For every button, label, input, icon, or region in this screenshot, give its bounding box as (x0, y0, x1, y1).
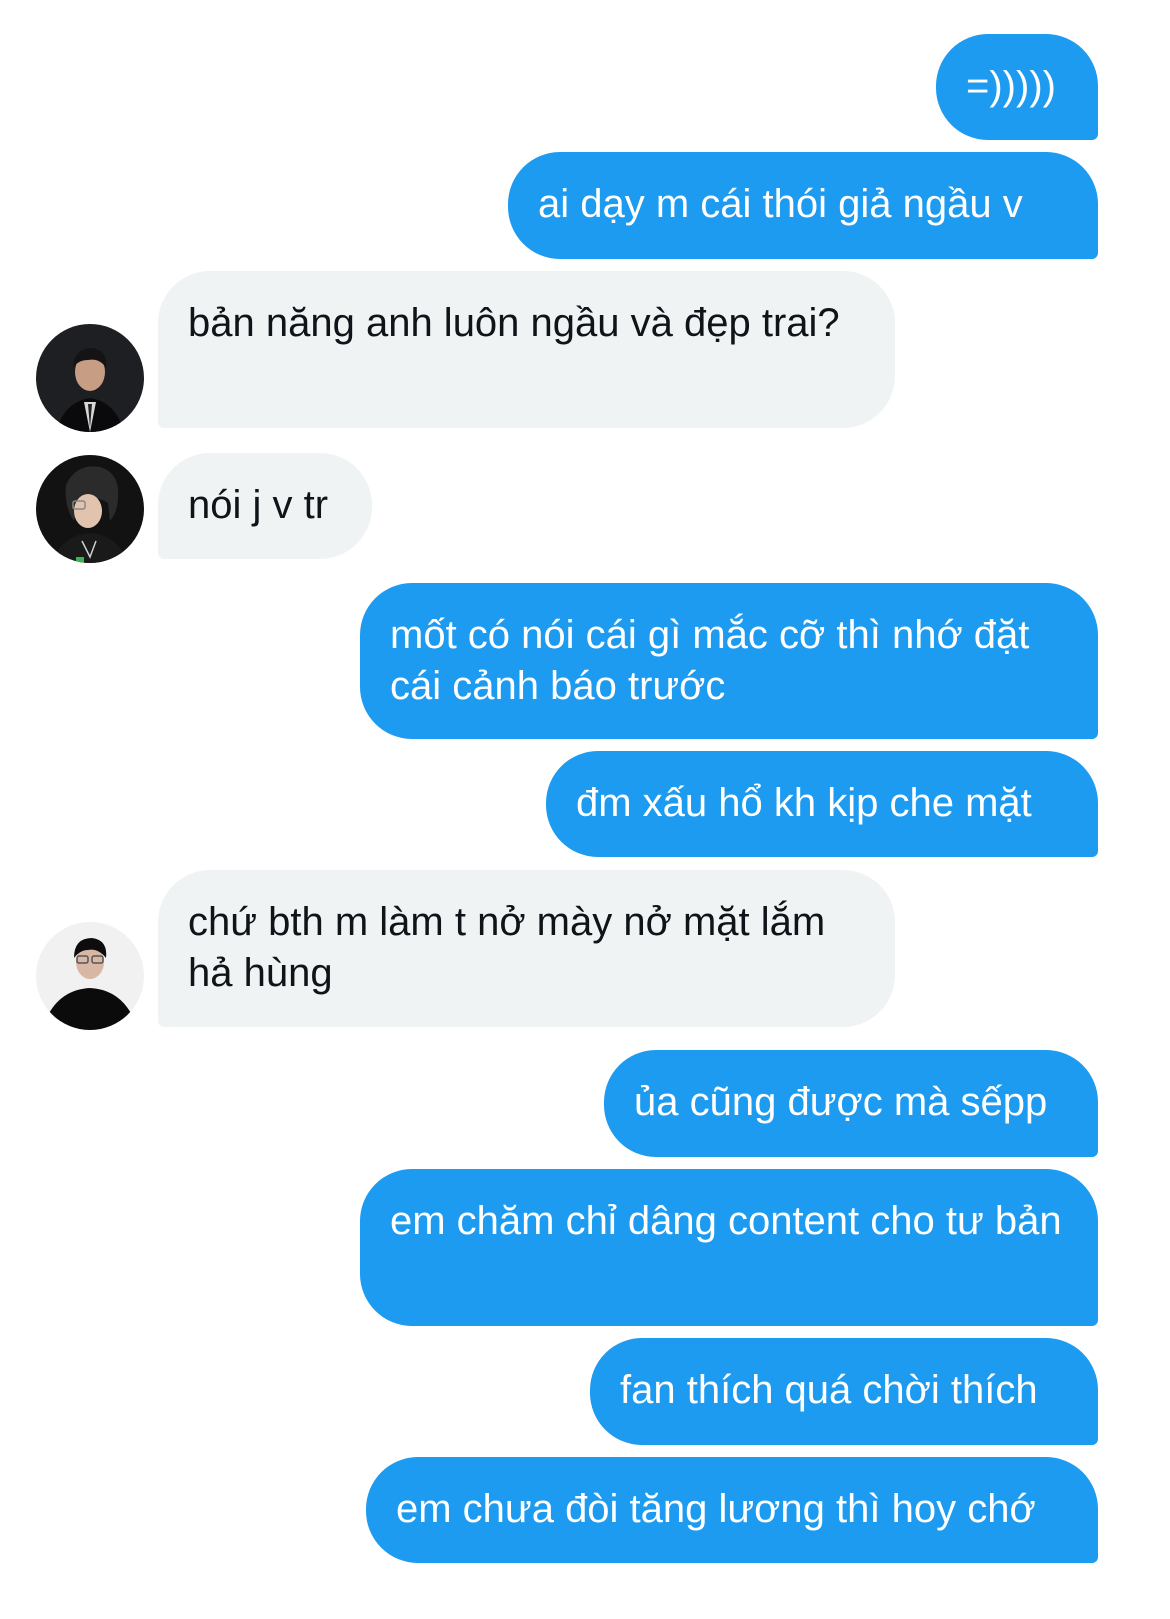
contact-avatar[interactable] (36, 922, 144, 1030)
message-text: =))))) (966, 64, 1056, 108)
outgoing-message[interactable]: fan thích quá chời thích (590, 1338, 1098, 1445)
contact-avatar[interactable] (36, 455, 144, 563)
contact-avatar[interactable] (36, 324, 144, 432)
profile-photo-icon (36, 455, 144, 563)
message-text: mốt có nói cái gì mắc cỡ thì nhớ đặt cái… (390, 613, 1030, 708)
message-text: đm xấu hổ kh kịp che mặt (576, 781, 1032, 825)
outgoing-message[interactable]: em chưa đòi tăng lương thì hoy chớ (366, 1457, 1098, 1563)
incoming-message[interactable]: chứ bth m làm t nở mày nở mặt lắm hả hùn… (158, 870, 895, 1027)
message-text: fan thích quá chời thích (620, 1368, 1038, 1412)
message-text: em chưa đòi tăng lương thì hoy chớ (396, 1487, 1036, 1531)
message-text: ai dạy m cái thói giả ngầu v (538, 182, 1023, 226)
message-text: bản năng anh luôn ngầu và đẹp trai? (188, 301, 840, 345)
incoming-message[interactable]: nói j v tr (158, 453, 372, 559)
outgoing-message[interactable]: mốt có nói cái gì mắc cỡ thì nhớ đặt cái… (360, 583, 1098, 739)
incoming-message[interactable]: bản năng anh luôn ngầu và đẹp trai? (158, 271, 895, 428)
outgoing-message[interactable]: em chăm chỉ dâng content cho tư bản (360, 1169, 1098, 1326)
outgoing-message[interactable]: ủa cũng được mà sếpp (604, 1050, 1098, 1157)
outgoing-message[interactable]: đm xấu hổ kh kịp che mặt (546, 751, 1098, 857)
outgoing-message[interactable]: =))))) (936, 34, 1098, 140)
message-text: ủa cũng được mà sếpp (634, 1080, 1048, 1124)
message-text: em chăm chỉ dâng content cho tư bản (390, 1199, 1062, 1243)
profile-photo-icon (36, 324, 144, 432)
message-text: nói j v tr (188, 483, 329, 527)
message-text: chứ bth m làm t nở mày nở mặt lắm hả hùn… (188, 900, 826, 995)
profile-photo-icon (36, 922, 144, 1030)
outgoing-message[interactable]: ai dạy m cái thói giả ngầu v (508, 152, 1098, 259)
